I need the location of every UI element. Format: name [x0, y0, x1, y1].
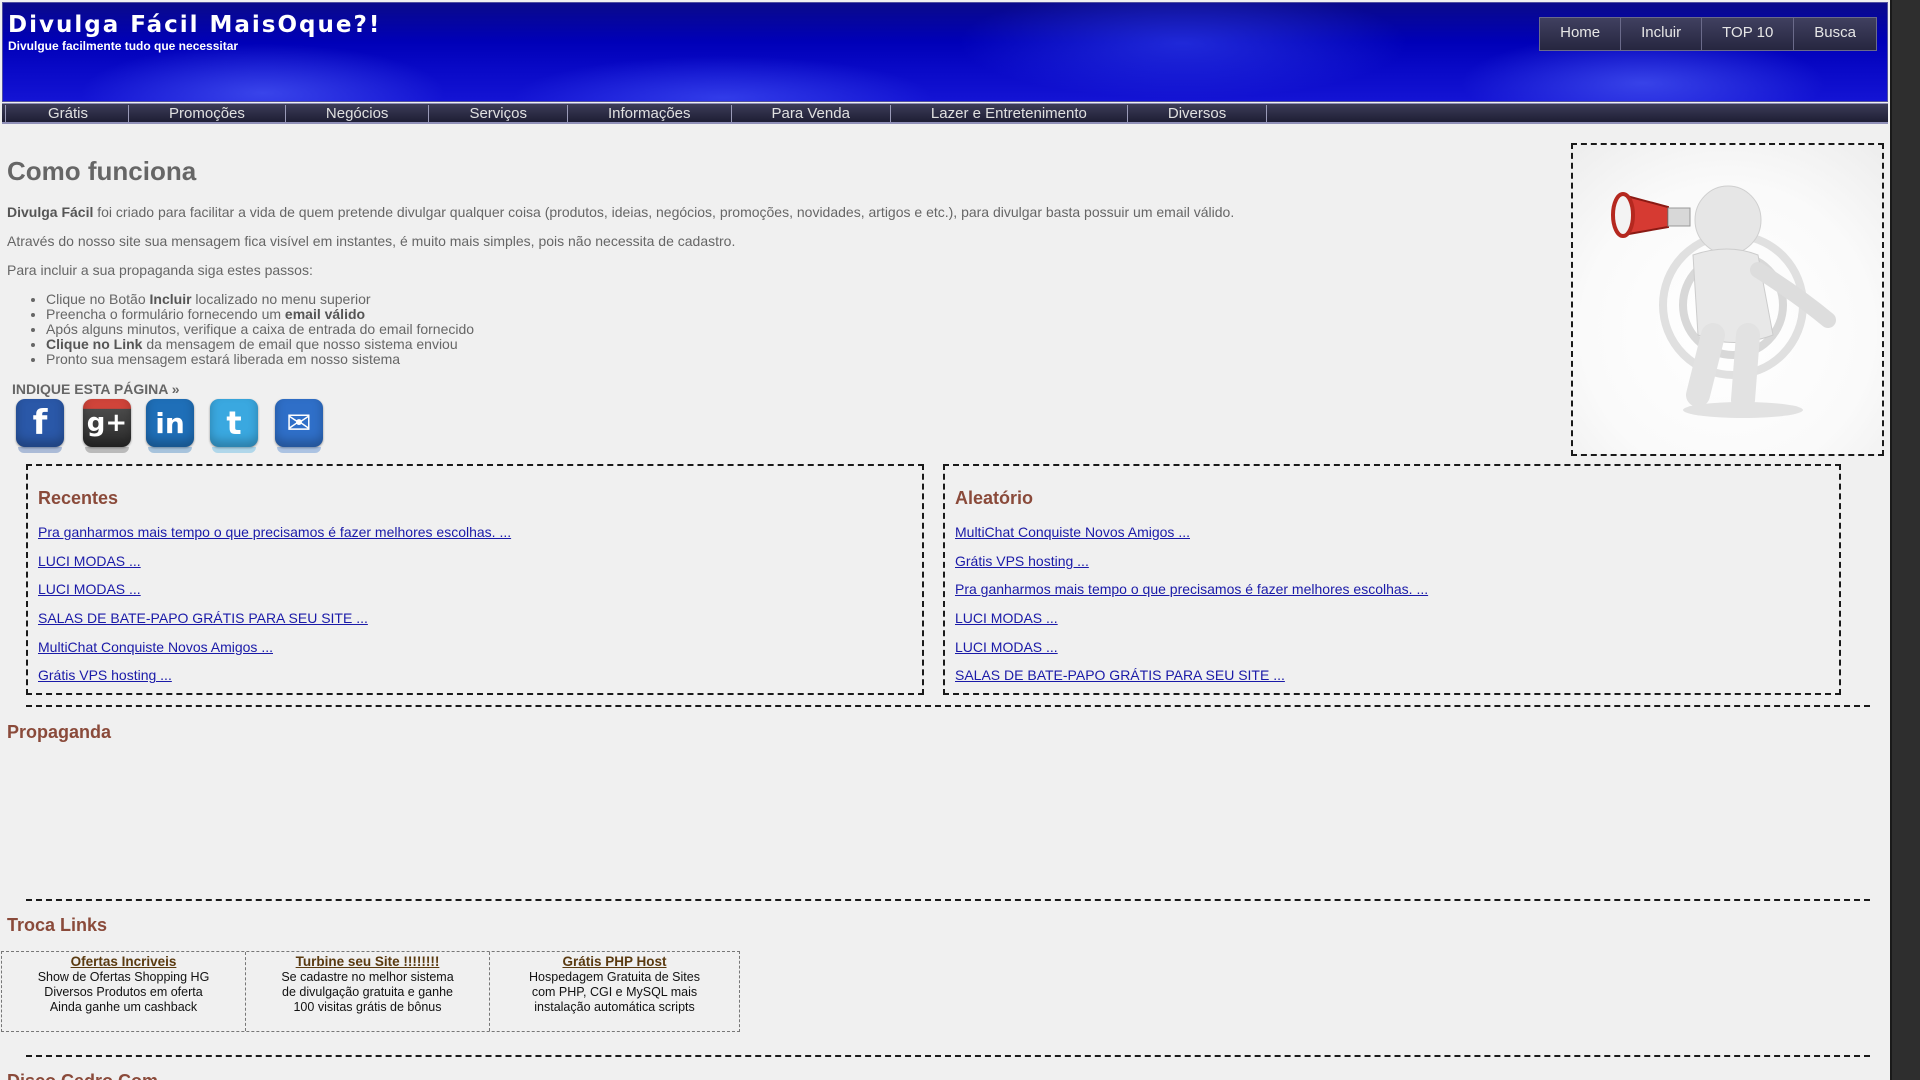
link-exchange-title[interactable]: Grátis PHP Host [562, 954, 666, 969]
random-link[interactable]: Pra ganharmos mais tempo o que precisamo… [955, 581, 1428, 597]
recent-link[interactable]: MultiChat Conquiste Novos Amigos ... [38, 639, 273, 655]
category-gratis[interactable]: Grátis [8, 105, 128, 122]
category-promocoes[interactable]: Promoções [128, 104, 285, 122]
link-desc: Show de Ofertas Shopping HG [37, 970, 210, 984]
list-item: LUCI MODAS ... [38, 553, 511, 582]
link-exchange-cell: Turbine seu Site !!!!!!!! Se cadastre no… [246, 952, 490, 1031]
link-desc: Diversos Produtos em oferta [44, 985, 203, 999]
link-exchange-cell: Ofertas Incriveis Show de Ofertas Shoppi… [2, 952, 246, 1031]
link-desc: instalação automática scripts [534, 1000, 695, 1014]
intro-text: foi criado para facilitar a vida de quem… [93, 204, 1235, 220]
intro-paragraph: Divulga Fácil foi criado para facilitar … [7, 204, 1234, 220]
site-header: Divulga Fácil MaisOque?! Divulgue facilm… [2, 2, 1888, 102]
troca-links-title: Troca Links [7, 915, 108, 935]
twitter-share-button[interactable]: t [208, 397, 260, 453]
random-link[interactable]: LUCI MODAS ... [955, 610, 1058, 626]
propaganda-title: Propaganda [7, 722, 112, 742]
link-desc: Ainda ganhe um cashback [49, 1000, 198, 1014]
email-share-button[interactable]: ✉ [273, 397, 325, 453]
nav-home-button[interactable]: Home [1539, 17, 1622, 51]
section-divider [26, 705, 1870, 707]
list-item: Pra ganharmos mais tempo o que precisamo… [955, 581, 1428, 610]
intro-bold: Divulga Fácil [7, 204, 94, 220]
recent-link[interactable]: LUCI MODAS ... [38, 581, 141, 597]
facebook-icon: f [16, 399, 64, 447]
list-item: LUCI MODAS ... [38, 581, 511, 610]
aleatorio-panel: Aleatório MultiChat Conquiste Novos Amig… [943, 464, 1841, 695]
google-plus-icon: g+ [83, 399, 131, 447]
site-title[interactable]: Divulga Fácil MaisOque?! [8, 12, 381, 38]
link-exchange-title[interactable]: Ofertas Incriveis [71, 954, 177, 969]
random-link[interactable]: LUCI MODAS ... [955, 639, 1058, 655]
list-item: Pra ganharmos mais tempo o que precisamo… [38, 524, 511, 553]
troca-links-table: Ofertas Incriveis Show de Ofertas Shoppi… [1, 951, 740, 1032]
steps-intro: Para incluir a sua propaganda siga estes… [7, 262, 313, 278]
nav-incluir-button[interactable]: Incluir [1620, 17, 1703, 51]
step-item: Pronto sua mensagem estará liberada em n… [46, 352, 474, 367]
list-item: Grátis VPS hosting ... [38, 667, 511, 696]
recent-link[interactable]: Pra ganharmos mais tempo o que precisamo… [38, 524, 511, 540]
email-icon: ✉ [275, 399, 323, 447]
list-item: SALAS DE BATE-PAPO GRÁTIS PARA SEU SITE … [38, 610, 511, 639]
twitter-icon: t [210, 399, 258, 447]
category-negocios[interactable]: Negócios [284, 104, 429, 122]
link-desc: 100 visitas grátis de bônus [293, 1000, 442, 1014]
step-item: Após alguns minutos, verifique a caixa d… [46, 322, 474, 337]
nav-busca-button[interactable]: Busca [1793, 17, 1877, 51]
link-desc: Se cadastre no melhor sistema [281, 970, 454, 984]
category-informacoes[interactable]: Informações [566, 104, 731, 122]
recentes-panel: Recentes Pra ganharmos mais tempo o que … [26, 464, 924, 695]
aleatorio-list: MultiChat Conquiste Novos Amigos ... Grá… [955, 524, 1428, 696]
link-desc: de divulgação gratuita e ganhe [282, 985, 453, 999]
nav-top10-button[interactable]: TOP 10 [1701, 17, 1795, 51]
category-menu: Grátis Promoções Negócios Serviços Infor… [2, 103, 1888, 124]
info-paragraph: Através do nosso site sua mensagem fica … [7, 233, 736, 249]
link-desc: com PHP, CGI e MySQL mais [531, 985, 698, 999]
list-item: LUCI MODAS ... [955, 639, 1428, 668]
recent-link[interactable]: LUCI MODAS ... [38, 553, 141, 569]
disco-section-title: Disco Cedro Com [7, 1071, 158, 1080]
page-title: Como funciona [7, 156, 197, 186]
step-item: Clique no Botão Incluir localizado no me… [46, 292, 474, 307]
step-item: Clique no Link da mensagem de email que … [46, 337, 474, 352]
linkedin-icon: in [146, 399, 194, 447]
random-link[interactable]: MultiChat Conquiste Novos Amigos ... [955, 524, 1190, 540]
facebook-share-button[interactable]: f [14, 397, 66, 453]
google-plus-share-button[interactable]: g+ [81, 397, 133, 453]
share-label: INDIQUE ESTA PÁGINA » [12, 381, 180, 397]
link-desc: Hospedagem Gratuita de Sites [529, 970, 700, 984]
category-servicos[interactable]: Serviços [428, 104, 567, 122]
steps-list: Clique no Botão Incluir localizado no me… [28, 292, 474, 367]
random-link[interactable]: Grátis VPS hosting ... [955, 553, 1089, 569]
aleatorio-title: Aleatório [955, 488, 1034, 508]
list-item: MultiChat Conquiste Novos Amigos ... [38, 639, 511, 668]
list-item: SALAS DE BATE-PAPO GRÁTIS PARA SEU SITE … [955, 667, 1428, 696]
section-divider [26, 1055, 1870, 1057]
random-link[interactable]: SALAS DE BATE-PAPO GRÁTIS PARA SEU SITE … [955, 667, 1285, 683]
link-exchange-title[interactable]: Turbine seu Site !!!!!!!! [296, 954, 440, 969]
page: Divulga Fácil MaisOque?! Divulgue facilm… [0, 0, 1892, 1080]
top-nav: Home Incluir TOP 10 Busca [1539, 17, 1877, 51]
link-exchange-cell: Grátis PHP Host Hospedagem Gratuita de S… [490, 952, 739, 1031]
recent-link[interactable]: SALAS DE BATE-PAPO GRÁTIS PARA SEU SITE … [38, 610, 368, 626]
megaphone-man-icon [1611, 185, 1836, 418]
category-lazer[interactable]: Lazer e Entretenimento [889, 104, 1127, 122]
recentes-list: Pra ganharmos mais tempo o que precisamo… [38, 524, 511, 696]
recent-link[interactable]: Grátis VPS hosting ... [38, 667, 172, 683]
list-item: Grátis VPS hosting ... [955, 553, 1428, 582]
recentes-title: Recentes [38, 488, 119, 508]
category-para-venda[interactable]: Para Venda [730, 104, 890, 122]
megaphone-illustration [1571, 143, 1884, 456]
list-item: LUCI MODAS ... [955, 610, 1428, 639]
step-item: Preencha o formulário fornecendo um emai… [46, 307, 474, 322]
section-divider [26, 899, 1870, 901]
category-diversos[interactable]: Diversos [1126, 104, 1268, 122]
site-tagline: Divulgue facilmente tudo que necessitar [8, 39, 239, 53]
linkedin-share-button[interactable]: in [144, 397, 196, 453]
list-item: MultiChat Conquiste Novos Amigos ... [955, 524, 1428, 553]
